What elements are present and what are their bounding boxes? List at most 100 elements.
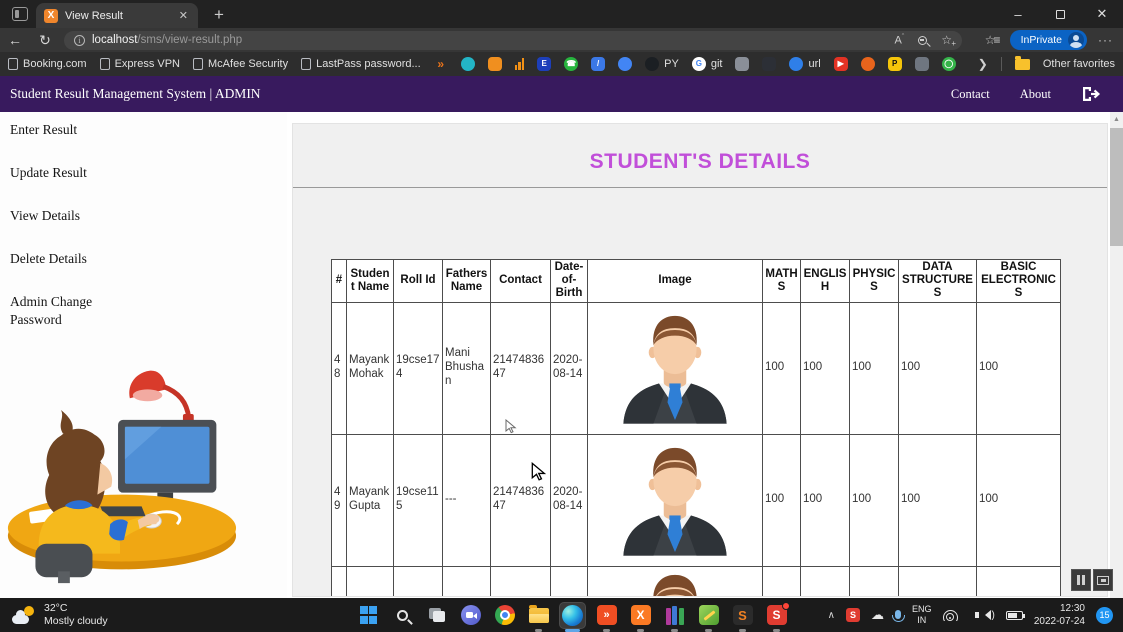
expressvpn-icon	[100, 58, 110, 70]
volume-icon[interactable]: )	[969, 610, 995, 621]
wifi-icon[interactable]	[943, 610, 958, 621]
paint-app-icon	[699, 605, 719, 625]
screenrec-button[interactable]: S	[764, 603, 789, 628]
green-ring-icon: ◯	[942, 57, 956, 71]
favorites-list-icon[interactable]: ☆≡	[985, 33, 999, 47]
minimize-button[interactable]: –	[997, 0, 1039, 28]
bookmark-assistant[interactable]	[618, 57, 632, 71]
bookmark-orange-dots[interactable]	[861, 57, 875, 71]
bookmark-lastpass[interactable]: LastPass password...	[301, 58, 421, 70]
edge-button[interactable]	[560, 603, 585, 628]
notification-badge[interactable]: 15	[1096, 607, 1113, 624]
tab-close-icon[interactable]: ✕	[177, 9, 190, 22]
cell-father: ---	[443, 434, 491, 566]
weather-widget[interactable]: 32°CMostly cloudy	[12, 602, 172, 628]
bookmark-google-g[interactable]: Ggit	[692, 57, 723, 71]
pip-button[interactable]	[1093, 569, 1113, 591]
col-maths: MATHS	[763, 260, 801, 303]
logout-icon[interactable]	[1081, 86, 1101, 102]
screen-recorder-button[interactable]: »	[594, 603, 619, 628]
bookmark-label: git	[711, 58, 723, 70]
zoom-out-icon[interactable]	[918, 36, 927, 45]
chrome-button[interactable]	[492, 603, 517, 628]
address-bar[interactable]: i localhost/sms/view-result.php Aˆ ☆+	[64, 31, 962, 50]
search-button[interactable]	[390, 603, 415, 628]
youtube-icon: ▶	[834, 57, 848, 71]
bookmark-expressvpn[interactable]: Express VPN	[100, 58, 180, 70]
screen: X View Result ✕ + – ✕ ← ↻ i localhost/sm…	[0, 0, 1123, 632]
other-favorites-label[interactable]: Other favorites	[1043, 58, 1115, 70]
start-button[interactable]	[356, 603, 381, 628]
url-text[interactable]: localhost/sms/view-result.php	[92, 34, 242, 46]
bookmark-arrows-orange[interactable]: »	[434, 57, 448, 71]
other-favorites-folder-icon[interactable]	[1015, 59, 1030, 70]
bookmark-analytics-bars[interactable]	[515, 58, 525, 70]
bookmark-dark-city[interactable]	[762, 57, 776, 71]
sublime-button[interactable]: S	[730, 603, 755, 628]
xampp-button[interactable]: X	[628, 603, 653, 628]
bookmark-mcafee[interactable]: McAfee Security	[193, 58, 288, 70]
bookmark-green-ring[interactable]: ◯	[942, 57, 956, 71]
bookmark-google-ads[interactable]: /	[591, 57, 605, 71]
add-favorite-icon[interactable]: ☆+	[941, 33, 952, 47]
read-aloud-icon[interactable]: Aˆ	[895, 34, 905, 47]
onedrive-icon[interactable]: ☁	[871, 607, 884, 623]
nav-about-link[interactable]: About	[1020, 87, 1051, 102]
microphone-icon[interactable]	[895, 610, 901, 619]
inprivate-label: InPrivate	[1021, 34, 1062, 46]
bookmarks-overflow-icon[interactable]: ❯	[978, 57, 988, 71]
tray-app-icon[interactable]: S	[846, 608, 860, 622]
bookmark-orange-badge[interactable]	[488, 57, 502, 71]
browser-tab[interactable]: X View Result ✕	[36, 3, 198, 28]
bookmarks-separator	[1001, 57, 1002, 71]
chat-button[interactable]	[458, 603, 483, 628]
paint-app-button[interactable]	[696, 603, 721, 628]
file-explorer-button[interactable]	[526, 603, 551, 628]
cell-image	[588, 434, 763, 566]
sidebar-item-admin-change-password[interactable]: Admin Change Password	[10, 293, 125, 331]
table-row-partial	[332, 566, 1061, 597]
bookmark-label: LastPass password...	[316, 58, 421, 70]
site-info-icon[interactable]: i	[74, 35, 85, 46]
cell-maths: 100	[763, 434, 801, 566]
profile-avatar-icon[interactable]	[1068, 32, 1084, 48]
bookmark-github[interactable]: PY	[645, 57, 679, 71]
task-view-button[interactable]	[424, 603, 449, 628]
back-button[interactable]: ←	[0, 32, 30, 48]
bookmark-youtube[interactable]: ▶	[834, 57, 848, 71]
nav-contact-link[interactable]: Contact	[951, 87, 990, 102]
scrollbar-up-icon[interactable]: ▲	[1110, 112, 1123, 123]
file-explorer-icon	[529, 608, 549, 623]
bookmark-goggles[interactable]	[915, 57, 929, 71]
battery-icon[interactable]	[1006, 611, 1023, 620]
inprivate-badge[interactable]: InPrivate	[1010, 30, 1087, 50]
bookmark-eee-blue[interactable]: E	[537, 57, 551, 71]
language-indicator[interactable]: ENGIN	[912, 604, 932, 626]
page-scrollbar[interactable]: ▲	[1110, 112, 1123, 598]
sidebar-item-view-details[interactable]: View Details	[10, 207, 125, 226]
tray-expand-icon[interactable]: ∧	[828, 610, 835, 621]
clock[interactable]: 12:302022-07-24	[1034, 602, 1085, 628]
new-tab-button[interactable]: +	[214, 5, 224, 28]
bookmark-p-yellow[interactable]: P	[888, 57, 902, 71]
bookmark-label: Express VPN	[115, 58, 180, 70]
screen-recorder-icon: »	[597, 605, 617, 625]
winrar-button[interactable]	[662, 603, 687, 628]
bookmark-teal-circle[interactable]	[461, 57, 475, 71]
bookmark-whatsapp[interactable]: ☎	[564, 57, 578, 71]
sidebar-item-enter-result[interactable]: Enter Result	[10, 121, 125, 140]
browser-menu-icon[interactable]: ···	[1098, 33, 1113, 47]
scrollbar-thumb[interactable]	[1110, 128, 1123, 246]
bookmark-camera-gray[interactable]	[735, 57, 749, 71]
tab-actions-icon[interactable]	[12, 7, 28, 21]
close-button[interactable]: ✕	[1081, 0, 1123, 28]
table-row: 48 Mayank Mohak 19cse174 Mani Bhushan 21…	[332, 302, 1061, 434]
mcafee-icon	[193, 58, 203, 70]
pause-button[interactable]	[1071, 569, 1091, 591]
maximize-button[interactable]	[1039, 0, 1081, 28]
refresh-button[interactable]: ↻	[30, 32, 60, 49]
sidebar-item-delete-details[interactable]: Delete Details	[10, 250, 125, 269]
bookmark-edge-blue[interactable]: url	[789, 57, 820, 71]
bookmark-booking[interactable]: Booking.com	[8, 58, 87, 70]
sidebar-item-update-result[interactable]: Update Result	[10, 164, 125, 183]
